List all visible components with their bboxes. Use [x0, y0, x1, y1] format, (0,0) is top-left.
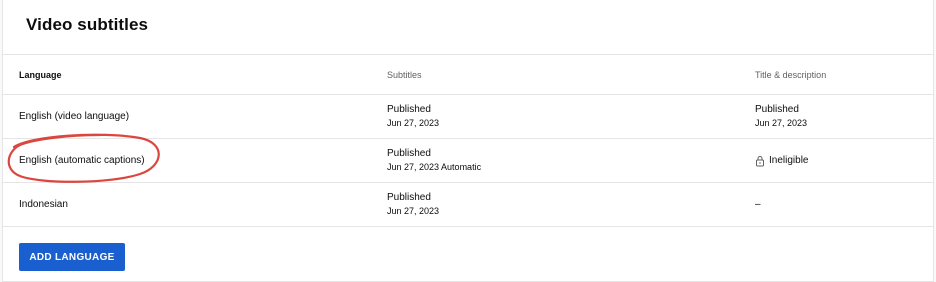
subtitles-cell[interactable]: Published Jun 27, 2023 [387, 183, 439, 226]
subtitles-date: Jun 27, 2023 [387, 205, 440, 216]
title-description-cell[interactable]: Published Jun 27, 2023 [755, 95, 807, 138]
page-title: Video subtitles [26, 15, 149, 34]
table-row[interactable]: English (video language) Published Jun 2… [3, 95, 933, 139]
lock-icon [755, 155, 765, 167]
title-description-status: Ineligible [769, 155, 809, 166]
language-name: English (automatic captions) [19, 155, 145, 166]
table-header-row: Language Subtitles Title & description [3, 55, 933, 95]
subtitles-cell[interactable]: Published Jun 27, 2023 Automatic [387, 139, 481, 182]
language-name: English (video language) [19, 111, 130, 122]
column-header-title-description: Title & description [755, 69, 827, 80]
title-description-cell: Ineligible [755, 139, 808, 182]
title-description-cell[interactable]: – [755, 183, 761, 226]
table-footer: ADD LANGUAGE [19, 243, 125, 271]
title-description-date: Jun 27, 2023 [755, 117, 808, 128]
add-language-button[interactable]: ADD LANGUAGE [19, 243, 125, 271]
subtitles-panel: Video subtitles Language Subtitles Title… [2, 0, 934, 282]
subtitles-status: Published [387, 103, 431, 115]
table-row[interactable]: English (automatic captions) Published J… [3, 139, 933, 183]
column-header-language: Language [19, 69, 62, 80]
subtitles-cell[interactable]: Published Jun 27, 2023 [387, 95, 439, 138]
language-name: Indonesian [19, 199, 68, 210]
subtitles-date: Jun 27, 2023 Automatic [387, 161, 482, 172]
title-description-status: – [755, 199, 761, 210]
title-description-status: Published [755, 103, 799, 115]
subtitles-table: Language Subtitles Title & description E… [3, 55, 933, 227]
column-header-subtitles: Subtitles [387, 69, 422, 80]
subtitles-date: Jun 27, 2023 [387, 117, 440, 128]
table-row[interactable]: Indonesian Published Jun 27, 2023 – [3, 183, 933, 227]
panel-header: Video subtitles [3, 0, 933, 55]
subtitles-status: Published [387, 147, 431, 159]
subtitles-status: Published [387, 191, 431, 203]
